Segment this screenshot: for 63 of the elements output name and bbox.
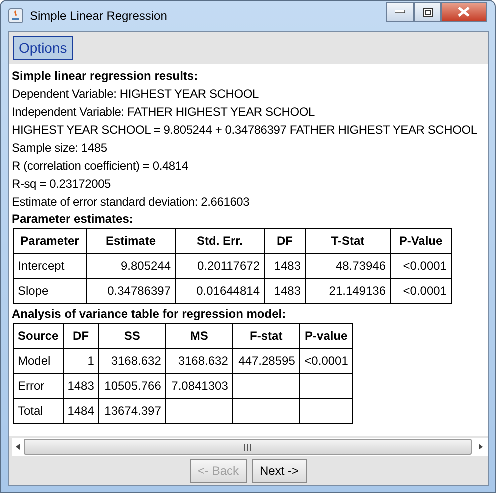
table-cell: Error	[14, 374, 64, 398]
table-cell	[166, 398, 233, 424]
table-cell: 7.0841303	[166, 374, 233, 398]
column-header: Source	[14, 324, 64, 348]
table-cell: 1483	[63, 374, 99, 398]
result-line: HIGHEST YEAR SCHOOL = 9.805244 + 0.34786397 FATHER HIGHEST YEAR SCHOOL	[12, 122, 478, 139]
scrollbar-thumb[interactable]	[24, 439, 472, 455]
table-cell: 21.149136	[306, 278, 390, 304]
table-cell	[300, 398, 353, 424]
table-cell: 3168.632	[166, 348, 233, 374]
table-cell: Slope	[14, 278, 86, 304]
column-header: Std. Err.	[176, 228, 264, 254]
minimize-button[interactable]	[386, 2, 414, 22]
column-header: DF	[63, 324, 99, 348]
table-cell: 0.20117672	[176, 254, 264, 278]
section-heading: Simple linear regression results:	[12, 68, 200, 85]
table-cell: 1483	[264, 254, 306, 278]
maximize-icon	[422, 8, 432, 16]
result-line: R (correlation coefficient) = 0.4814	[12, 158, 190, 175]
table-cell: <0.0001	[300, 348, 353, 374]
table-cell	[300, 374, 353, 398]
table-cell: 0.34786397	[86, 278, 176, 304]
column-header: P-value	[300, 324, 353, 348]
table-cell: 10505.766	[98, 374, 166, 398]
table-cell: 447.28595	[232, 348, 300, 374]
maximize-button[interactable]	[414, 2, 441, 22]
table-cell	[232, 398, 300, 424]
result-line: Estimate of error standard deviation: 2.661603	[12, 194, 251, 211]
table-cell: 1483	[264, 278, 306, 304]
table-cell: 1484	[63, 398, 99, 424]
column-header: P-Value	[390, 228, 452, 254]
column-header: MS	[166, 324, 233, 348]
result-line: Independent Variable: FATHER HIGHEST YEAR SCHOOL	[12, 104, 316, 121]
table-heading: Parameter estimates:	[12, 211, 134, 228]
next-button[interactable]: Next ->	[252, 458, 308, 482]
table-cell	[232, 374, 300, 398]
table-cell: 0.01644814	[176, 278, 264, 304]
result-line: Dependent Variable: HIGHEST YEAR SCHOOL	[12, 86, 260, 103]
result-line: R-sq = 0.23172005	[12, 176, 112, 193]
table-cell: 1	[63, 348, 99, 374]
column-header: F-stat	[232, 324, 300, 348]
window-title: Simple Linear Regression	[30, 9, 168, 23]
close-button[interactable]	[441, 2, 487, 22]
table-cell: <0.0001	[390, 278, 452, 304]
column-header: T-Stat	[306, 228, 390, 254]
result-line: Sample size: 1485	[12, 140, 108, 157]
table-cell: Total	[14, 398, 64, 424]
table-cell: 13674.397	[98, 398, 166, 424]
column-header: SS	[98, 324, 166, 348]
table-cell: 3168.632	[98, 348, 166, 374]
table-cell: 48.73946	[306, 254, 390, 278]
column-header: Estimate	[86, 228, 176, 254]
table-heading: Analysis of variance table for regression model:	[12, 306, 288, 323]
table-cell: Intercept	[14, 254, 86, 278]
java-cup-icon	[8, 8, 24, 24]
close-icon	[458, 7, 470, 17]
menu-item[interactable]: Options	[13, 36, 74, 60]
table-cell: Model	[14, 348, 64, 374]
minimize-icon	[395, 10, 405, 14]
column-header: DF	[264, 228, 306, 254]
table-cell: 9.805244	[86, 254, 176, 278]
column-header: Parameter	[14, 228, 86, 254]
table-cell: <0.0001	[390, 254, 452, 278]
